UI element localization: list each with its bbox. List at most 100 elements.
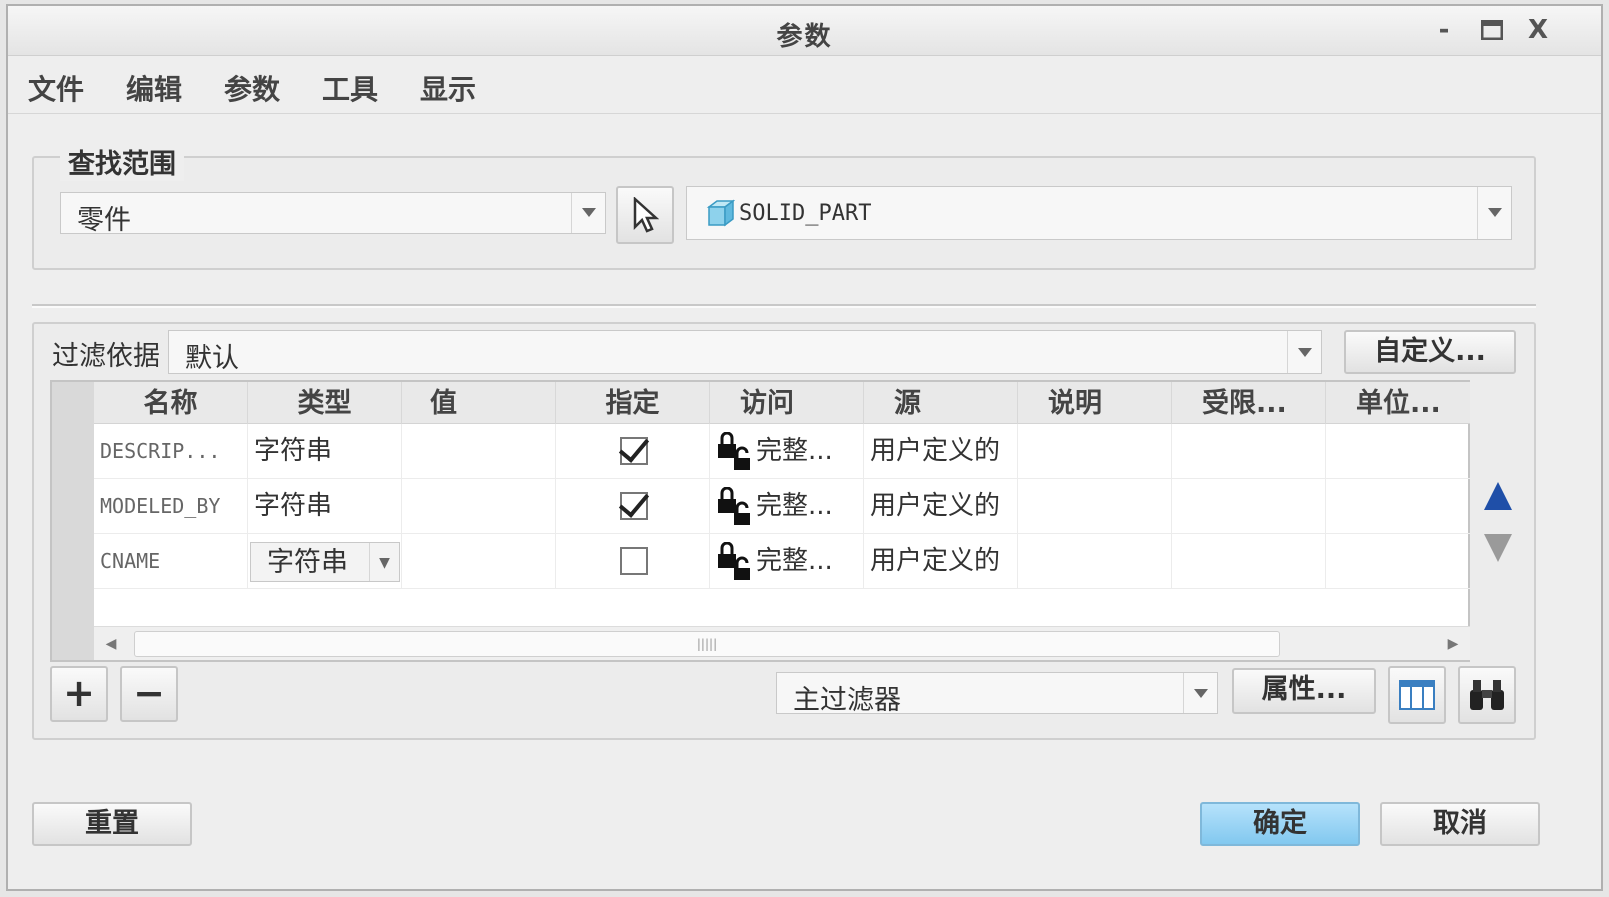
type-dropdown[interactable]: 字符串 ▼ (250, 542, 400, 582)
col-name[interactable]: 名称 (94, 382, 248, 424)
reset-button[interactable]: 重置 (32, 802, 192, 846)
move-up-icon[interactable] (1482, 480, 1514, 512)
cell-access[interactable]: 完整... (710, 534, 864, 589)
cell-name[interactable]: MODELED_BY (94, 479, 248, 534)
cell-units[interactable] (1326, 424, 1470, 479)
cell-restricted[interactable] (1172, 534, 1326, 589)
filter-value: 默认 (185, 343, 239, 374)
scroll-right-icon[interactable]: ▶ (1436, 627, 1470, 661)
cell-access[interactable]: 完整... (710, 424, 864, 479)
cell-value[interactable] (402, 424, 556, 479)
table-row[interactable]: MODELED_BY 字符串 完整... 用户定义的 (94, 479, 1470, 534)
filter-dropdown[interactable]: 默认 (168, 330, 1322, 374)
access-text: 完整... (756, 436, 833, 466)
chevron-down-icon: ▼ (369, 543, 399, 581)
scope-object-dropdown[interactable]: SOLID_PART (686, 186, 1512, 240)
lock-icon (718, 431, 750, 470)
cell-type[interactable]: 字符串 (248, 424, 402, 479)
cell-source[interactable]: 用户定义的 (864, 479, 1018, 534)
designated-checkbox[interactable] (620, 492, 648, 520)
col-access[interactable]: 访问 (710, 382, 864, 424)
cell-type[interactable]: 字符串 ▼ (248, 534, 402, 589)
close-button[interactable]: X (1520, 14, 1556, 46)
access-text: 完整... (756, 546, 833, 576)
solid-part-icon (706, 199, 735, 227)
find-button[interactable] (1458, 666, 1516, 724)
scope-object-value: SOLID_PART (739, 201, 872, 226)
cell-value[interactable] (402, 534, 556, 589)
scope-type-value: 零件 (77, 205, 131, 236)
table-row[interactable]: DESCRIP... 字符串 完整... 用户定义的 (94, 424, 1470, 479)
add-parameter-button[interactable]: + (50, 666, 108, 722)
cell-designated[interactable] (556, 479, 710, 534)
cell-description[interactable] (1018, 424, 1172, 479)
parameters-dialog: 参数 - X 文件 编辑 参数 工具 显示 查找范围 零件 SOLID_PART (6, 4, 1603, 891)
cell-source[interactable]: 用户定义的 (864, 534, 1018, 589)
minimize-button[interactable]: - (1426, 14, 1462, 46)
table-header: 名称 类型 值 指定 访问 源 说明 受限... 单位... (94, 382, 1470, 424)
cell-name[interactable]: CNAME (94, 534, 248, 589)
move-down-icon[interactable] (1482, 532, 1514, 564)
col-type[interactable]: 类型 (248, 382, 402, 424)
lock-icon (718, 541, 750, 580)
horizontal-scrollbar[interactable]: ◀ ||||| ▶ (94, 626, 1470, 660)
type-value: 字符串 (267, 547, 348, 578)
properties-button[interactable]: 属性... (1232, 668, 1376, 714)
columns-button[interactable] (1388, 666, 1446, 724)
cell-description[interactable] (1018, 534, 1172, 589)
col-source[interactable]: 源 (864, 382, 1018, 424)
cell-description[interactable] (1018, 479, 1172, 534)
lock-icon (718, 486, 750, 525)
maximize-button[interactable] (1474, 14, 1510, 46)
menu-edit[interactable]: 编辑 (126, 68, 182, 108)
cancel-button[interactable]: 取消 (1380, 802, 1540, 846)
table-row[interactable]: CNAME 字符串 ▼ 完整... 用户定义的 (94, 534, 1470, 589)
col-value[interactable]: 值 (402, 382, 556, 424)
table-columns-icon (1399, 680, 1435, 710)
cell-access[interactable]: 完整... (710, 479, 864, 534)
scope-legend: 查找范围 (60, 142, 184, 181)
cell-designated[interactable] (556, 534, 710, 589)
remove-parameter-button[interactable]: − (120, 666, 178, 722)
title-bar[interactable]: 参数 - X (8, 6, 1601, 56)
chevron-down-icon (571, 193, 605, 233)
menu-parameters[interactable]: 参数 (224, 68, 280, 108)
menu-display[interactable]: 显示 (420, 68, 476, 108)
cell-value[interactable] (402, 479, 556, 534)
main-filter-dropdown[interactable]: 主过滤器 (776, 672, 1218, 716)
cell-units[interactable] (1326, 534, 1470, 589)
separator (32, 304, 1536, 308)
cell-type[interactable]: 字符串 (248, 479, 402, 534)
col-description[interactable]: 说明 (1018, 382, 1172, 424)
designated-checkbox[interactable] (620, 437, 648, 465)
chevron-down-icon (1287, 331, 1321, 373)
menu-file[interactable]: 文件 (28, 68, 84, 108)
customize-button[interactable]: 自定义... (1344, 330, 1516, 374)
cell-restricted[interactable] (1172, 424, 1326, 479)
cursor-arrow-icon (633, 196, 660, 233)
col-units[interactable]: 单位... (1326, 382, 1470, 424)
window-title: 参数 (776, 22, 833, 52)
row-header-column (52, 382, 94, 660)
cell-designated[interactable] (556, 424, 710, 479)
cell-units[interactable] (1326, 479, 1470, 534)
cell-name[interactable]: DESCRIP... (94, 424, 248, 479)
menu-bar: 文件 编辑 参数 工具 显示 (8, 56, 1601, 114)
scope-type-dropdown[interactable]: 零件 (60, 192, 606, 236)
col-designated[interactable]: 指定 (556, 382, 710, 424)
select-object-button[interactable] (616, 186, 674, 244)
binoculars-icon (1470, 680, 1504, 710)
scrollbar-thumb[interactable]: ||||| (134, 631, 1280, 657)
ok-button[interactable]: 确定 (1200, 802, 1360, 846)
designated-checkbox[interactable] (620, 547, 648, 575)
cell-restricted[interactable] (1172, 479, 1326, 534)
cell-source[interactable]: 用户定义的 (864, 424, 1018, 479)
col-restricted[interactable]: 受限... (1172, 382, 1326, 424)
filter-label: 过滤依据 (52, 341, 160, 372)
chevron-down-icon (1477, 187, 1511, 239)
scroll-left-icon[interactable]: ◀ (94, 627, 128, 661)
menu-tools[interactable]: 工具 (322, 68, 378, 108)
parameters-table: 名称 类型 值 指定 访问 源 说明 受限... 单位... DESCRIP..… (50, 380, 1470, 662)
maximize-icon (1480, 19, 1504, 41)
access-text: 完整... (756, 491, 833, 521)
